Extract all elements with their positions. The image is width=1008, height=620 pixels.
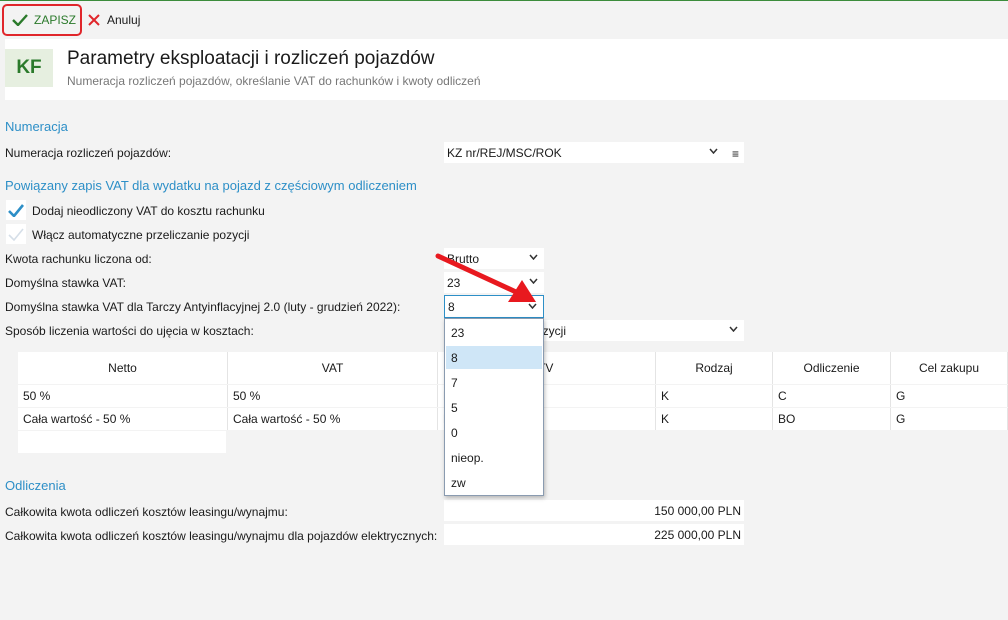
vat-rate-dropdown-list[interactable]: 23 8 7 5 0 nieop. zw — [444, 318, 544, 496]
add-vat-label: Dodaj nieodliczony VAT do kosztu rachunk… — [32, 204, 265, 218]
page-title: Parametry eksploatacji i rozliczeń pojaz… — [67, 48, 435, 69]
electric-leasing-deduction-field[interactable]: 225 000,00 PLN — [444, 524, 744, 545]
section-numeracja: Numeracja — [5, 119, 68, 134]
annotation-arrow-icon — [435, 253, 536, 302]
table-cell[interactable]: G — [891, 408, 1008, 430]
odliczenia-label: Całkowita kwota odliczeń kosztów leasing… — [5, 505, 288, 519]
module-badge: KF — [5, 49, 53, 87]
add-vat-checkbox[interactable] — [6, 200, 26, 220]
numeracja-label: Numeracja rozliczeń pojazdów: — [5, 146, 172, 160]
table-cell[interactable]: 50 % — [18, 385, 228, 407]
checkmark-icon — [12, 14, 28, 26]
column-header-netto[interactable]: Netto — [18, 352, 228, 384]
toolbar: ZAPISZ Anuluj — [0, 1, 1008, 39]
dropdown-option[interactable]: 7 — [446, 371, 542, 394]
table-cell[interactable]: 50 % — [228, 385, 438, 407]
column-header-cel-zakupu[interactable]: Cel zakupu — [891, 352, 1008, 384]
checkmark-icon — [8, 227, 24, 241]
cancel-button[interactable]: Anuluj — [88, 4, 140, 36]
table-cell[interactable]: K — [656, 385, 773, 407]
table-cell[interactable]: G — [891, 385, 1008, 407]
list-menu-icon[interactable]: ≡ — [732, 147, 739, 161]
dropdown-option-selected[interactable]: 8 — [446, 346, 542, 369]
page-header: KF Parametry eksploatacji i rozliczeń po… — [5, 39, 1008, 100]
odliczenia-electric-label: Całkowita kwota odliczeń kosztów leasing… — [5, 529, 438, 543]
table-cell[interactable]: Cała wartość - 50 % — [18, 408, 228, 430]
chevron-down-icon — [729, 326, 738, 332]
checkmark-icon — [8, 203, 24, 217]
stawka-label: Domyślna stawka VAT: — [5, 276, 126, 290]
numeracja-select[interactable]: KZ nr/REJ/MSC/ROK ≡ — [444, 142, 744, 163]
section-vat: Powiązany zapis VAT dla wydatku na pojaz… — [5, 178, 417, 193]
column-header-odliczenie[interactable]: Odliczenie — [773, 352, 891, 384]
save-button[interactable]: ZAPISZ — [2, 4, 82, 36]
chevron-down-icon — [709, 148, 718, 154]
column-header-vat[interactable]: VAT — [228, 352, 438, 384]
save-button-label: ZAPISZ — [34, 13, 77, 27]
kwota-label: Kwota rachunku liczona od: — [5, 252, 152, 266]
table-cell[interactable]: K — [656, 408, 773, 430]
leasing-deduction-field[interactable]: 150 000,00 PLN — [444, 500, 744, 521]
close-icon — [88, 14, 100, 26]
tarcza-label: Domyślna stawka VAT dla Tarczy Antyinfla… — [5, 300, 401, 314]
section-odliczenia: Odliczenia — [5, 478, 66, 493]
sposob-label: Sposób liczenia wartości do ujęcia w kos… — [5, 324, 254, 338]
table-cell[interactable]: Cała wartość - 50 % — [228, 408, 438, 430]
table-cell[interactable]: C — [773, 385, 891, 407]
numeracja-value: KZ nr/REJ/MSC/ROK — [447, 145, 562, 160]
new-row[interactable] — [18, 431, 226, 453]
dropdown-option[interactable]: 23 — [446, 321, 542, 344]
table-cell[interactable]: BO — [773, 408, 891, 430]
dropdown-option[interactable]: 0 — [446, 421, 542, 444]
dropdown-option[interactable]: zw — [446, 471, 542, 494]
column-header-rodzaj[interactable]: Rodzaj — [656, 352, 773, 384]
cancel-button-label: Anuluj — [107, 13, 141, 27]
auto-recalc-label: Włącz automatyczne przeliczanie pozycji — [32, 228, 250, 242]
dropdown-option[interactable]: 5 — [446, 396, 542, 419]
auto-recalc-checkbox[interactable] — [6, 224, 26, 244]
page-subtitle: Numeracja rozliczeń pojazdów, określanie… — [67, 74, 481, 88]
dropdown-option[interactable]: nieop. — [446, 446, 542, 469]
